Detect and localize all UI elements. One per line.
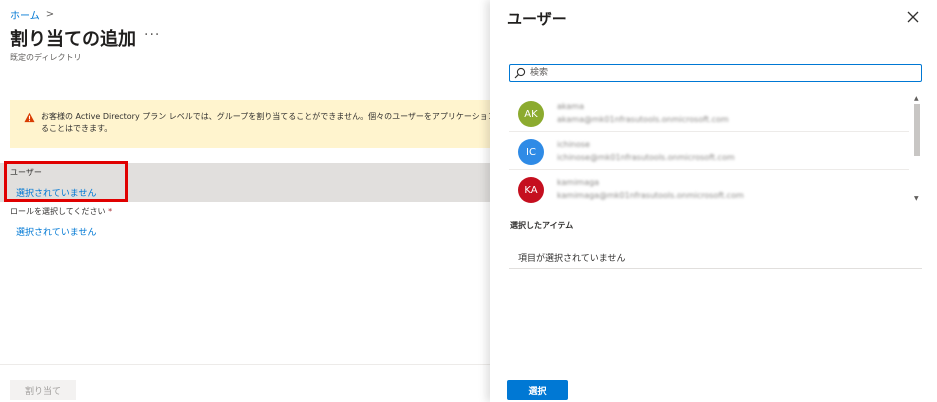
scrollbar-thumb[interactable] [914,104,920,156]
user-list-item[interactable]: KA kamimaga kamimaga@mk01nfrasutools.onm… [509,170,909,207]
user-email: akama@mk01nfrasutools.onmicrosoft.com [557,115,729,124]
user-email: ichinose@mk01nfrasutools.onmicrosoft.com [557,153,735,162]
user-name: akama [557,102,584,111]
breadcrumb: ホーム > [10,7,54,22]
user-list-item[interactable]: IC ichinose ichinose@mk01nfrasutools.onm… [509,132,909,170]
user-name: kamimaga [557,178,600,187]
user-name: ichinose [557,140,590,149]
users-field-highlight [4,161,128,202]
add-assignment-blade: ホーム > 割り当ての追加 ··· 既定のディレクトリ お客様の Active … [0,0,490,402]
selected-items-empty: 項目が選択されていません [518,254,626,264]
selected-items-divider [509,268,922,269]
search-icon [514,67,526,79]
assign-button[interactable]: 割り当て [10,380,76,400]
required-marker: * [108,207,113,216]
breadcrumb-home-link[interactable]: ホーム [10,7,40,22]
warning-text-line1: お客様の Active Directory プラン レベルでは、グループを割り当… [41,112,490,121]
select-button[interactable]: 選択 [507,380,568,400]
search-input[interactable] [530,65,910,80]
warning-text: お客様の Active Directory プラン レベルでは、グループを割り当… [41,111,490,135]
role-field-label: ロールを選択してください * [10,206,112,217]
page-subtitle: 既定のディレクトリ [10,53,82,62]
search-box[interactable] [509,64,922,82]
warning-icon [24,112,35,123]
role-field-label-text: ロールを選択してください [10,207,106,216]
role-field-link[interactable]: 選択されていません [16,225,96,238]
breadcrumb-separator: > [45,9,55,20]
panel-title: ユーザー [507,10,567,28]
scroll-down-icon[interactable]: ▼ [914,195,919,202]
scroll-up-icon[interactable]: ▲ [914,95,919,102]
user-list: AK akama akama@mk01nfrasutools.onmicroso… [509,94,922,207]
more-options-icon[interactable]: ··· [144,27,160,43]
avatar: IC [518,139,544,165]
footer-divider [0,364,490,365]
user-list-item[interactable]: AK akama akama@mk01nfrasutools.onmicroso… [509,94,909,132]
user-list-scrollbar[interactable]: ▲ ▼ [913,94,921,207]
close-icon[interactable] [906,10,920,24]
selected-items-label: 選択したアイテム [510,221,574,230]
avatar: AK [518,101,544,127]
warning-banner: お客様の Active Directory プラン レベルでは、グループを割り当… [10,100,490,148]
user-email: kamimaga@mk01nfrasutools.onmicrosoft.com [557,191,744,200]
page-title: 割り当ての追加 [10,29,136,50]
users-picker-panel: ユーザー AK akama akama@mk01nfrasutools.onmi… [490,0,937,402]
avatar: KA [518,177,544,203]
warning-text-line2: ることはできます。 [41,124,113,133]
